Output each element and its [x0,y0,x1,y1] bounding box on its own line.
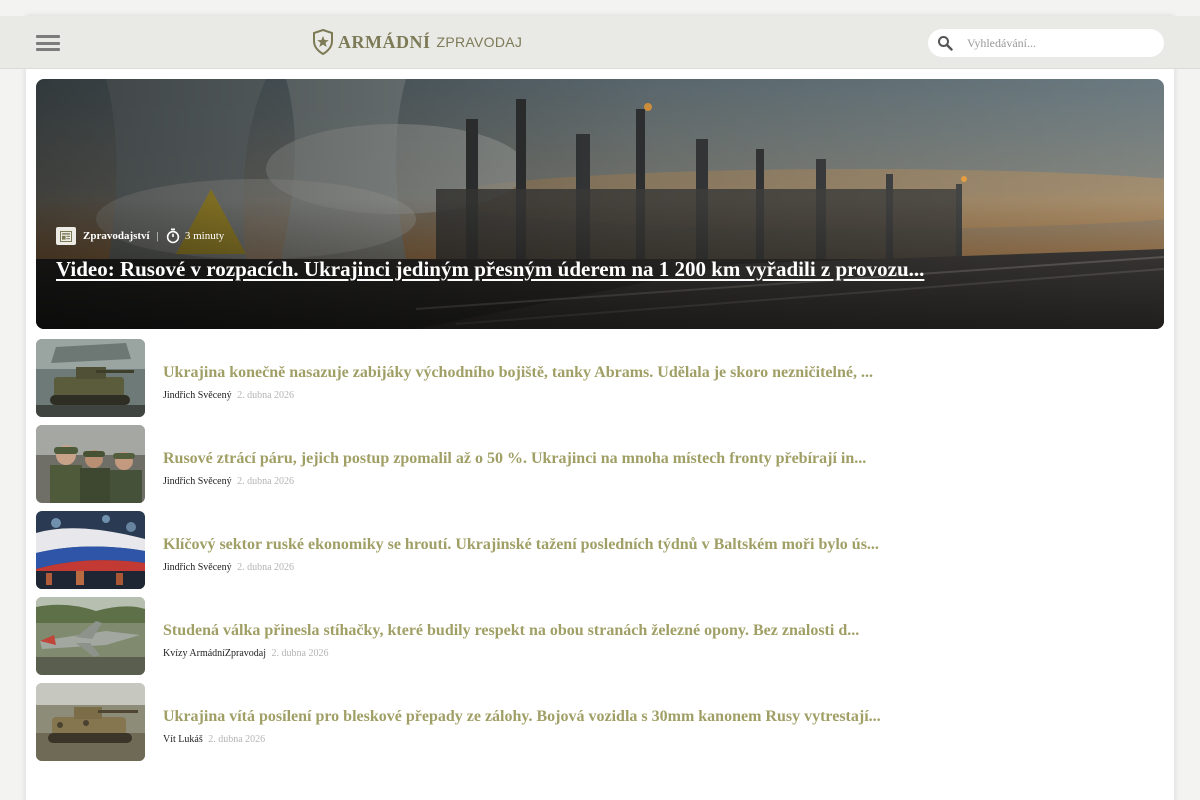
search-icon[interactable] [937,35,953,51]
article-date: 2. dubna 2026 [208,734,266,745]
hamburger-menu-icon[interactable] [36,35,60,51]
article-meta: Vít Lukáš 2. dubna 2026 [163,734,265,745]
shield-star-icon [313,29,333,55]
article-thumbnail[interactable] [36,511,145,589]
article-title[interactable]: Ukrajina konečně nasazuje zabijáky výcho… [163,364,1153,382]
article-thumbnail[interactable] [36,425,145,503]
site-logo[interactable]: ARMÁDNÍ ZPRAVODAJ [312,29,522,55]
article-author[interactable]: Vít Lukáš [163,734,203,745]
article-author[interactable]: Jindřich Svěcený [163,562,232,573]
article-thumbnail[interactable] [36,683,145,761]
hero-title-link[interactable]: Video: Rusové v rozpacích. Ukrajinci jed… [56,257,1136,282]
hero-article[interactable]: Zpravodajství | 3 minuty Video: Rusové v… [36,79,1164,329]
logo-secondary-text: ZPRAVODAJ [436,34,523,50]
article-thumbnail[interactable] [36,597,145,675]
article-title[interactable]: Studená válka přinesla stíhačky, které b… [163,622,1153,640]
article-item[interactable]: Rusové ztrácí páru, jejich postup zpomal… [36,425,1164,503]
meta-separator: | [156,230,159,242]
hero-meta: Zpravodajství | 3 minuty [56,227,224,245]
article-meta: Kvízy ArmádníZpravodaj 2. dubna 2026 [163,648,328,659]
site-header: ARMÁDNÍ ZPRAVODAJ [0,16,1200,69]
article-author[interactable]: Jindřich Svěcený [163,390,232,401]
hero-image [36,79,1164,329]
article-date: 2. dubna 2026 [271,648,329,659]
article-author[interactable]: Jindřich Svěcený [163,476,232,487]
article-title[interactable]: Rusové ztrácí páru, jejich postup zpomal… [163,450,1153,468]
stopwatch-icon [166,228,180,244]
article-title[interactable]: Klíčový sektor ruské ekonomiky se hroutí… [163,536,1153,554]
article-date: 2. dubna 2026 [237,476,295,487]
article-meta: Jindřich Svěcený 2. dubna 2026 [163,562,294,573]
article-author[interactable]: Kvízy ArmádníZpravodaj [163,648,266,659]
article-item[interactable]: Ukrajina vítá posílení pro bleskové přep… [36,683,1164,761]
newspaper-icon [56,227,76,245]
article-date: 2. dubna 2026 [237,562,295,573]
article-thumbnail[interactable] [36,339,145,417]
article-list: Ukrajina konečně nasazuje zabijáky výcho… [36,339,1164,769]
article-item[interactable]: Studená válka přinesla stíhačky, které b… [36,597,1164,675]
article-item[interactable]: Klíčový sektor ruské ekonomiky se hroutí… [36,511,1164,589]
hero-read-time: 3 minuty [184,230,225,242]
article-meta: Jindřich Svěcený 2. dubna 2026 [163,390,294,401]
logo-primary-text: ARMÁDNÍ [338,31,431,52]
search-input[interactable] [967,35,1147,51]
article-date: 2. dubna 2026 [237,390,295,401]
hero-category[interactable]: Zpravodajství [83,230,150,242]
article-item[interactable]: Ukrajina konečně nasazuje zabijáky výcho… [36,339,1164,417]
article-title[interactable]: Ukrajina vítá posílení pro bleskové přep… [163,708,1153,726]
article-meta: Jindřich Svěcený 2. dubna 2026 [163,476,294,487]
search-box[interactable] [928,29,1164,57]
